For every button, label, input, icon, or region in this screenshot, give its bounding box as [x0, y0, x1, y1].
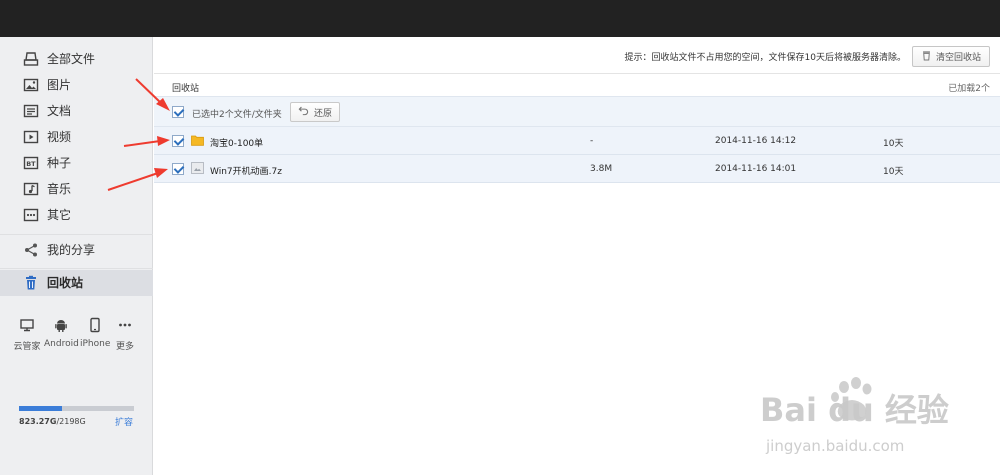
sidebar-item-label: 全部文件	[47, 52, 96, 66]
sidebar-item-label: 回收站	[47, 276, 84, 290]
sidebar-item-label: 其它	[47, 208, 72, 222]
device-more[interactable]: 更多	[112, 317, 138, 352]
all-files-icon	[23, 51, 39, 67]
sidebar-divider	[0, 234, 153, 235]
row-checkbox[interactable]	[172, 163, 184, 175]
quota-total: /2198G	[56, 417, 86, 426]
sidebar-item-music[interactable]: 音乐	[0, 176, 153, 202]
sidebar-divider	[0, 268, 153, 269]
file-size: -	[590, 136, 594, 146]
archive-file-icon	[191, 162, 204, 174]
watermark-url: jingyan.baidu.com	[765, 437, 904, 455]
expand-storage-link[interactable]: 扩容	[115, 415, 133, 428]
android-icon	[53, 317, 69, 333]
sidebar-item-my-share[interactable]: 我的分享	[0, 237, 153, 263]
file-name[interactable]: 淘宝0-100单	[210, 136, 263, 149]
file-name[interactable]: Win7开机动画.7z	[210, 164, 282, 177]
device-android[interactable]: Android	[44, 317, 79, 349]
storage-quota-fill	[19, 406, 63, 411]
baidu-paw-logo: Bai du 经验 jingyan.baidu.com	[760, 377, 949, 455]
undo-icon	[298, 105, 309, 119]
selection-label: 已选中2个文件/文件夹	[192, 110, 282, 120]
device-links: 云管家 Android iPhone 更多	[12, 317, 142, 357]
more-icon	[23, 207, 39, 223]
sidebar-item-label: 图片	[47, 78, 72, 92]
sidebar-item-label: 我的分享	[47, 243, 96, 257]
sidebar-item-images[interactable]: 图片	[0, 72, 153, 98]
quota-used: 823.27G	[19, 417, 57, 426]
device-label: 云管家	[13, 342, 41, 352]
sidebar-item-label: 文档	[47, 104, 72, 118]
document-icon	[23, 103, 39, 119]
ellipsis-icon	[117, 317, 133, 333]
sidebar-item-other[interactable]: 其它	[0, 202, 153, 228]
select-all-checkbox[interactable]	[172, 106, 184, 118]
delete-date: 2014-11-16 14:12	[715, 136, 797, 146]
storage-quota-text: 823.27G/2198G	[19, 417, 86, 426]
table-row[interactable]: Win7开机动画.7z 3.8M 2014-11-16 14:01 10天	[154, 155, 1000, 183]
row-checkbox[interactable]	[172, 135, 184, 147]
device-label: Android	[44, 339, 79, 349]
sidebar-item-label: 种子	[47, 156, 72, 170]
empty-recycle-bin-label: 清空回收站	[935, 53, 981, 63]
file-size: 3.8M	[590, 164, 613, 174]
phone-icon	[87, 317, 103, 333]
music-icon	[23, 181, 39, 197]
sidebar-item-documents[interactable]: 文档	[0, 98, 153, 124]
sidebar-item-label: 视频	[47, 130, 72, 144]
trash-icon	[921, 50, 932, 64]
top-bar	[0, 0, 1000, 37]
device-cloud-manager[interactable]: 云管家	[12, 317, 42, 352]
share-icon	[23, 242, 39, 258]
tip-bar: 提示：回收站文件不占用您的空间，文件保存10天后将被服务器清除。 清空回收站	[154, 37, 1000, 74]
sidebar-item-torrents[interactable]: BT 种子	[0, 150, 153, 176]
delete-date: 2014-11-16 14:01	[715, 164, 797, 174]
device-label: iPhone	[80, 339, 111, 349]
sidebar-item-videos[interactable]: 视频	[0, 124, 153, 150]
watermark: Bai du 经验 jingyan.baidu.com	[760, 375, 980, 465]
recycle-tip: 提示：回收站文件不占用您的空间，文件保存10天后将被服务器清除。	[624, 53, 906, 63]
video-icon	[23, 129, 39, 145]
selection-bar: 已选中2个文件/文件夹 还原	[154, 96, 1000, 127]
sidebar-item-label: 音乐	[47, 182, 72, 196]
loaded-count: 已加载2个	[948, 84, 990, 94]
sidebar-item-recycle-bin[interactable]: 回收站	[0, 270, 153, 296]
table-row[interactable]: 淘宝0-100单 - 2014-11-16 14:12 10天	[154, 127, 1000, 155]
svg-text:BT: BT	[26, 160, 36, 168]
image-icon	[23, 77, 39, 93]
trash-icon	[23, 275, 39, 291]
device-iphone[interactable]: iPhone	[80, 317, 110, 349]
device-label: 更多	[115, 342, 134, 352]
empty-recycle-bin-button[interactable]: 清空回收站	[912, 46, 990, 67]
restore-button[interactable]: 还原	[290, 102, 340, 122]
days-remaining: 10天	[883, 139, 904, 149]
sidebar: 全部文件 图片 文档 视频 BT 种子 音乐 其它 我的分享 回收站 云管家 A…	[0, 37, 153, 475]
monitor-icon	[19, 317, 35, 333]
breadcrumb: 回收站	[172, 84, 200, 94]
folder-icon	[191, 134, 204, 146]
watermark-brand: Bai du 经验	[760, 391, 949, 429]
torrent-icon: BT	[23, 155, 39, 171]
storage-quota-bar	[19, 406, 134, 411]
restore-label: 还原	[313, 108, 332, 119]
days-remaining: 10天	[883, 167, 904, 177]
sidebar-item-all-files[interactable]: 全部文件	[0, 46, 153, 72]
